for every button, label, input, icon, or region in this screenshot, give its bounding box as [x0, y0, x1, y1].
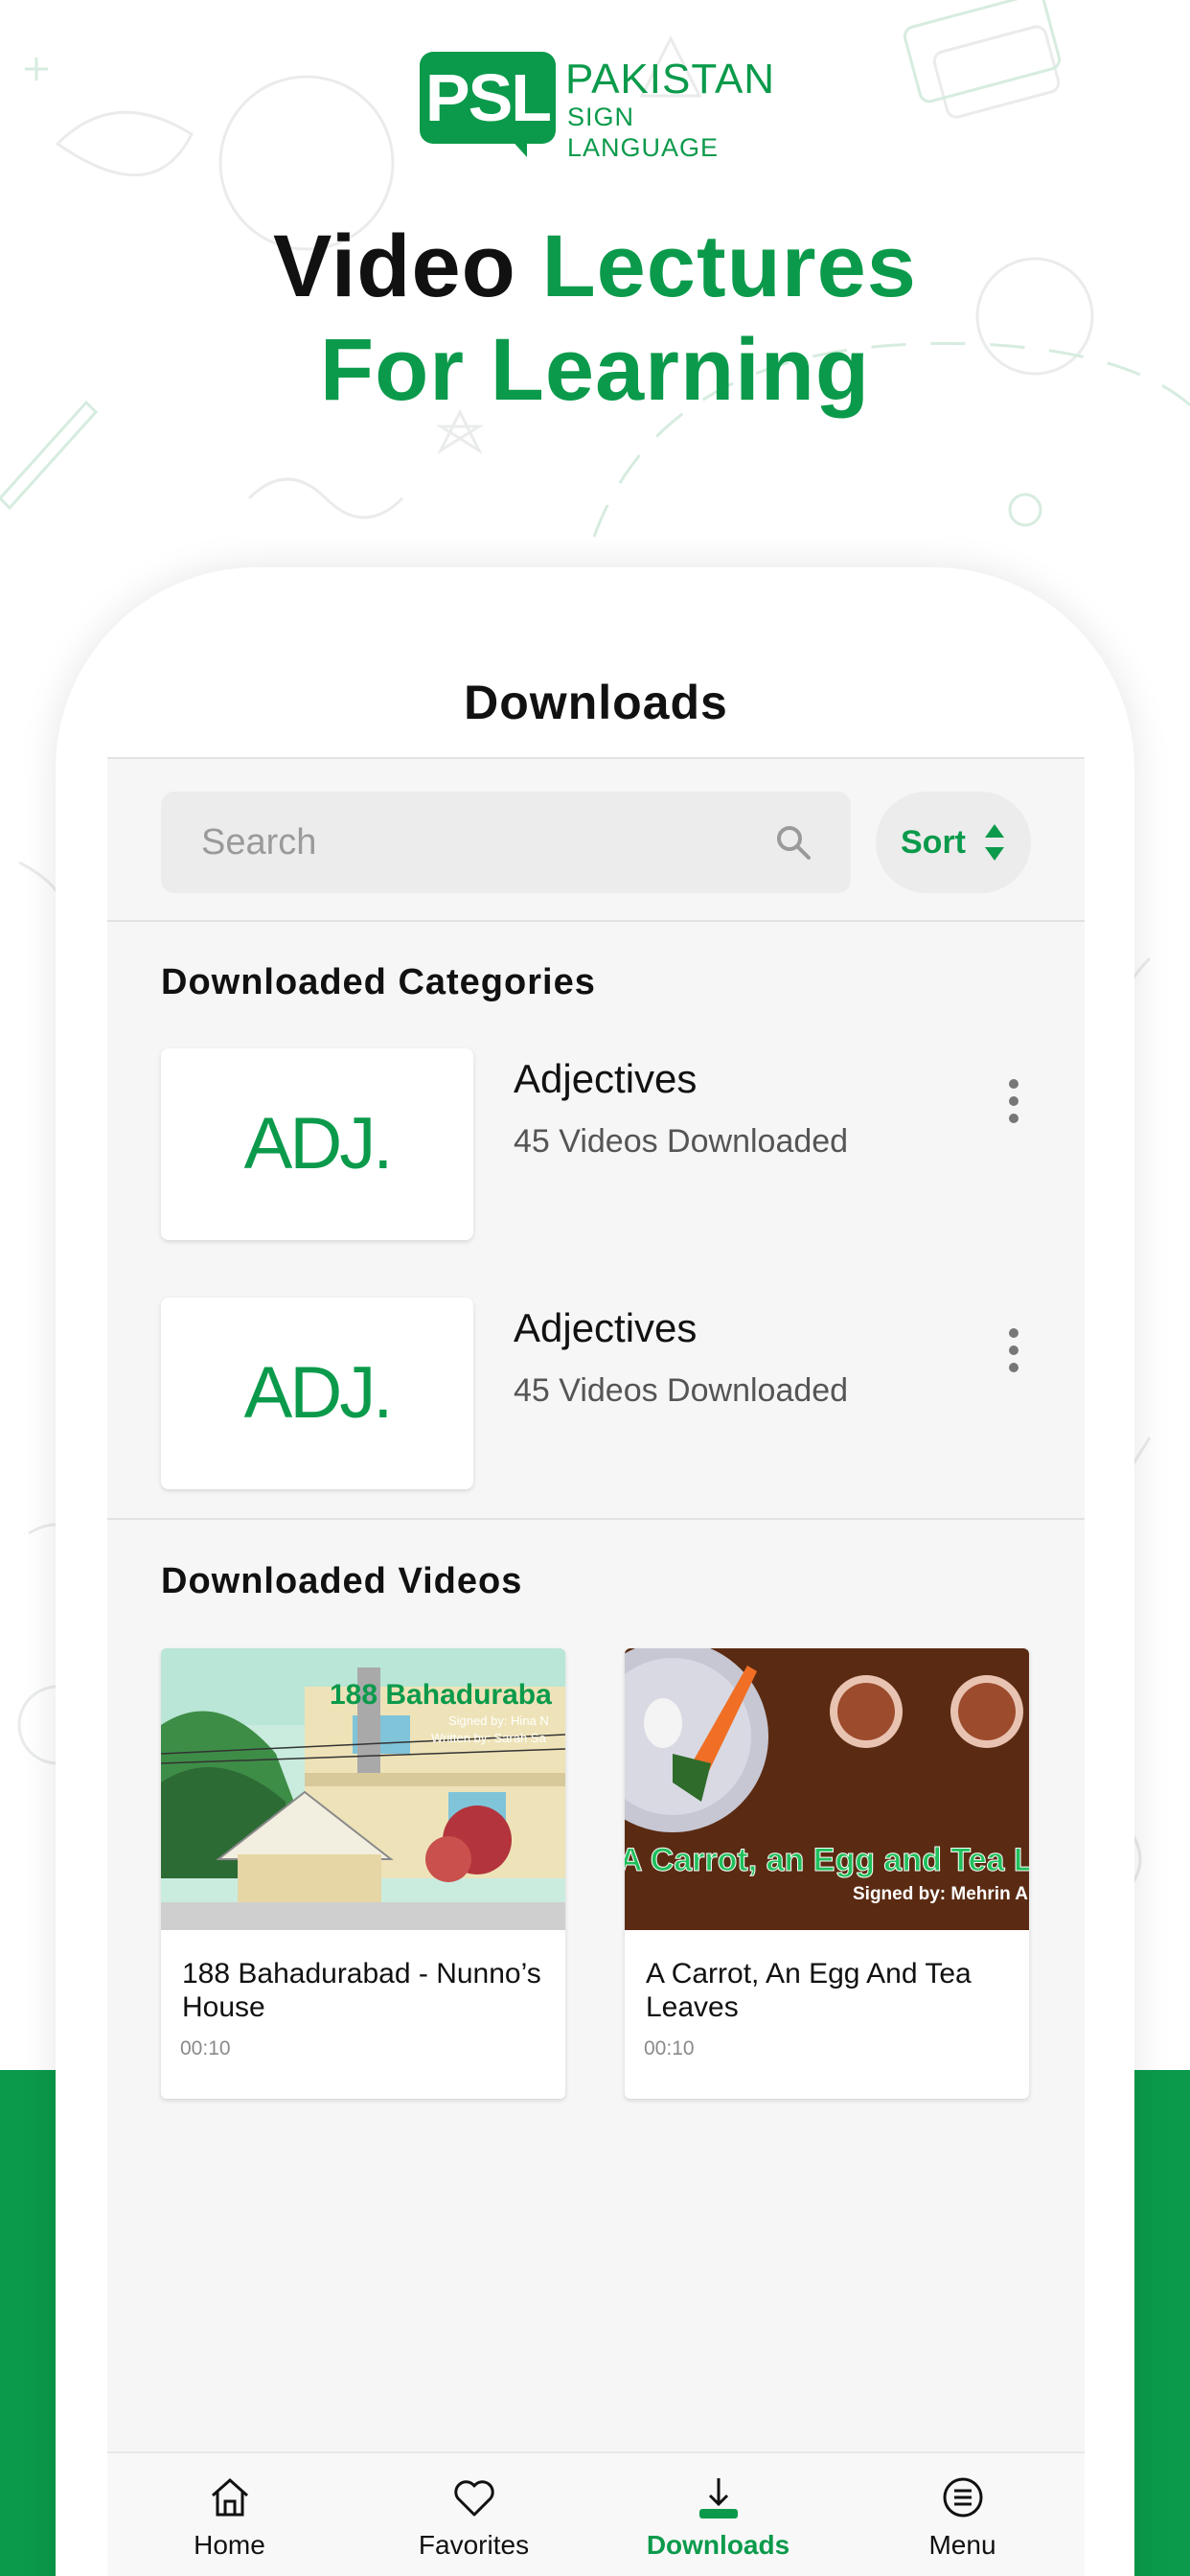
logo-line-2: SIGN LANGUAGE: [567, 103, 720, 162]
video-card[interactable]: 188 Bahaduraba Signed by: Hina N Written…: [161, 1648, 565, 2099]
search-input[interactable]: Search: [161, 792, 851, 893]
videos-section-title: Downloaded Videos: [161, 1561, 523, 1601]
video-thumbnail[interactable]: A Carrot, an Egg and Tea Leav Signed by:…: [625, 1648, 1029, 1930]
heart-icon: [454, 2480, 494, 2517]
video-title: 188 Bahadurabad - Nunno’s House: [182, 1958, 541, 2023]
more-options-icon[interactable]: [1004, 1077, 1023, 1125]
category-item[interactable]: ADJ. Adjectives 45 Videos Downloaded: [161, 1048, 1042, 1240]
home-icon: [212, 2477, 248, 2517]
nav-item-home[interactable]: Home: [107, 2453, 352, 2576]
thumb-signed-by: Signed by: Hina N: [448, 1714, 549, 1728]
nav-item-favorites[interactable]: Favorites: [352, 2453, 596, 2576]
logo-speech-tail: [508, 136, 527, 157]
category-thumbnail-text: ADJ.: [243, 1352, 394, 1434]
page-title: Downloads: [464, 676, 728, 729]
video-duration: 00:10: [644, 2037, 695, 2059]
download-icon: [699, 2478, 738, 2518]
video-duration: 00:10: [180, 2037, 231, 2059]
thumb-caption: A Carrot, an Egg and Tea Leav: [625, 1842, 1029, 1878]
search-placeholder: Search: [201, 822, 317, 862]
nav-item-menu[interactable]: Menu: [840, 2453, 1085, 2576]
thumb-signed-by: Signed by: Mehrin Al: [853, 1884, 1029, 1904]
nav-label-home: Home: [194, 2530, 265, 2560]
thumb-caption: 188 Bahaduraba: [330, 1679, 552, 1711]
bottom-nav: Home Favorites Downloads Menu: [107, 2451, 1085, 2576]
video-thumbnail[interactable]: 188 Bahaduraba Signed by: Hina N Written…: [161, 1648, 565, 1930]
app-bar: Downloads: [107, 646, 1085, 759]
nav-label-menu: Menu: [928, 2530, 996, 2560]
category-name: Adjectives: [514, 1305, 698, 1350]
headline-line-1: Video Lectures: [0, 215, 1190, 318]
sort-label: Sort: [901, 824, 966, 861]
more-options-icon[interactable]: [1004, 1326, 1023, 1374]
thumb-written-by: Written by: Sarah Sa: [431, 1731, 546, 1745]
category-item[interactable]: ADJ. Adjectives 45 Videos Downloaded: [161, 1298, 1042, 1489]
sort-arrows-icon: [985, 824, 1004, 861]
logo-mark: PSL: [420, 52, 556, 144]
psl-logo: PSL PAKISTAN SIGN LANGUAGE: [420, 52, 784, 162]
category-count: 45 Videos Downloaded: [514, 1372, 849, 1409]
category-thumbnail-text: ADJ.: [243, 1103, 394, 1184]
categories-section-title: Downloaded Categories: [161, 962, 596, 1002]
nav-label-favorites: Favorites: [418, 2530, 530, 2560]
category-name: Adjectives: [514, 1056, 698, 1101]
phone-screen: Downloads Search Sort Downloaded Categor…: [107, 646, 1085, 2576]
menu-icon: [943, 2477, 983, 2518]
search-icon[interactable]: [774, 823, 812, 862]
video-title: A Carrot, An Egg And Tea Leaves: [646, 1958, 972, 2023]
category-thumbnail[interactable]: ADJ.: [161, 1298, 473, 1489]
category-thumbnail[interactable]: ADJ.: [161, 1048, 473, 1240]
nav-item-downloads[interactable]: Downloads: [596, 2453, 840, 2576]
nav-label-downloads: Downloads: [646, 2530, 790, 2560]
divider: [107, 1518, 1085, 1520]
divider: [107, 920, 1085, 922]
headline-line-2: For Learning: [319, 321, 871, 419]
headline-word-lectures: Lectures: [541, 218, 917, 315]
video-card[interactable]: A Carrot, an Egg and Tea Leav Signed by:…: [625, 1648, 1029, 2099]
sort-button[interactable]: Sort: [876, 792, 1031, 893]
headline-word-video: Video: [273, 218, 516, 315]
category-count: 45 Videos Downloaded: [514, 1123, 849, 1160]
logo-line-1: PAKISTAN: [565, 56, 776, 103]
